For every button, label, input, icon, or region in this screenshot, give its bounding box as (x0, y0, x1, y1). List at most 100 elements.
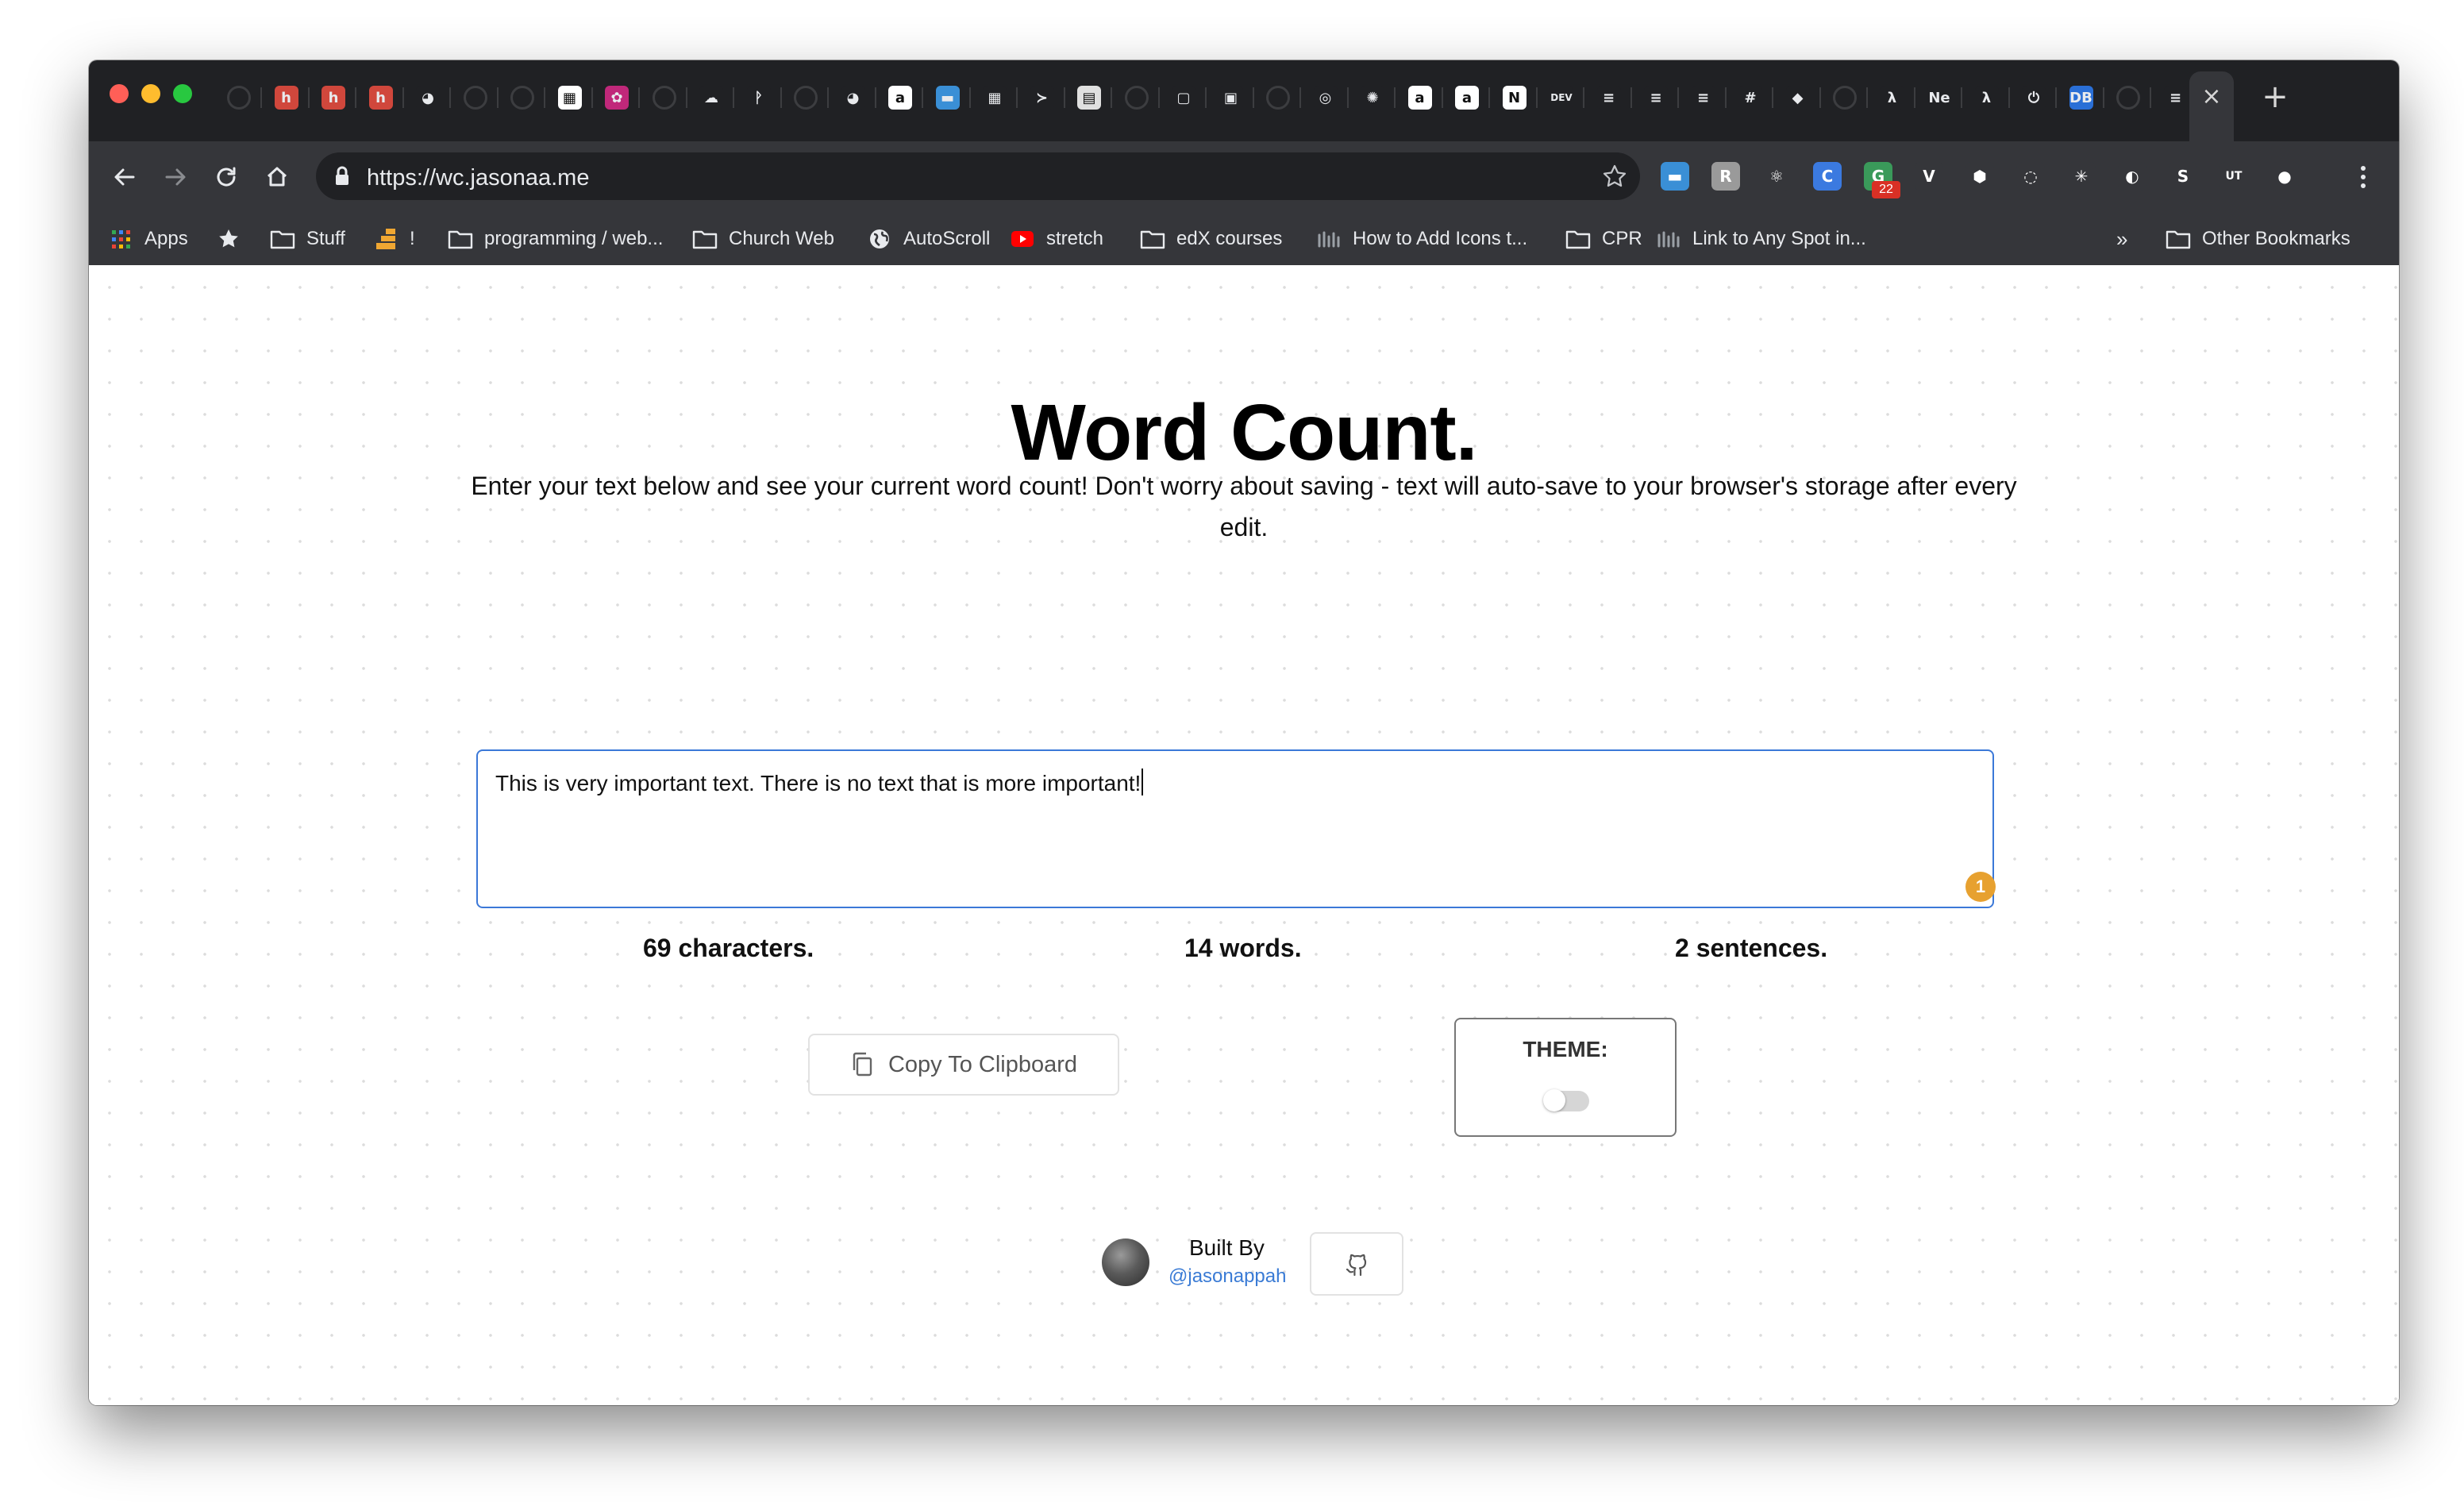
globe-icon (867, 226, 892, 252)
dev-icon[interactable]: DEV (1550, 86, 1573, 110)
lambda-icon[interactable]: λ (1880, 86, 1904, 110)
bookmark-item[interactable]: Link to Any Spot in... (1656, 225, 1866, 252)
bookmark-item[interactable]: Stuff (270, 225, 345, 252)
square-icon[interactable]: ▢ (1172, 86, 1195, 110)
profile-avatar-icon[interactable]: ● (2270, 162, 2299, 191)
other-bookmarks-label: Other Bookmarks (2202, 228, 2350, 249)
minimize-window-button[interactable] (141, 84, 160, 103)
reload-button[interactable] (205, 156, 248, 198)
bookmark-item[interactable]: Apps (108, 225, 188, 252)
folder-icon (270, 226, 295, 252)
cloudflare-icon[interactable]: ☁ (699, 86, 723, 110)
github-icon[interactable] (652, 86, 676, 110)
address-bar[interactable]: https://wc.jasonaa.me (316, 152, 1640, 200)
vscode-icon[interactable]: ≻ (1030, 86, 1054, 110)
back-button[interactable] (103, 156, 146, 198)
circle-check-icon[interactable]: ◎ (1313, 86, 1338, 110)
react-icon[interactable]: ⚛ (1762, 162, 1791, 191)
close-tab-icon[interactable]: × (2196, 81, 2227, 113)
github-icon[interactable] (510, 86, 534, 110)
other-bookmarks-button[interactable]: Other Bookmarks (2166, 225, 2350, 252)
amazon-icon[interactable]: a (1455, 86, 1479, 110)
author-avatar (1102, 1238, 1149, 1286)
amazon-icon[interactable]: a (1407, 86, 1432, 110)
notes-icon[interactable]: ▤ (1077, 86, 1101, 110)
new-tab-button[interactable]: + (2258, 79, 2293, 114)
window-icon[interactable]: ▬ (935, 86, 960, 110)
dams-icon[interactable]: DB (2069, 86, 2093, 110)
tab-separator (402, 87, 404, 108)
globe-icon[interactable]: ◕ (841, 86, 865, 110)
lambda-icon[interactable]: λ (1974, 86, 1999, 110)
bookmark-item[interactable]: programming / web... (448, 225, 663, 252)
browser-menu-button[interactable] (2342, 156, 2385, 198)
grammar-suggestion-badge[interactable]: 1 (1965, 872, 1996, 902)
chip-icon[interactable]: ▣ (1219, 86, 1243, 110)
bookmark-item[interactable]: Church Web (692, 225, 834, 252)
editor-text[interactable]: This is very important text. There is no… (495, 768, 1144, 796)
stackoverflow-icon[interactable]: ≡ (1644, 86, 1668, 110)
theme-toggle[interactable] (1543, 1089, 1589, 1111)
ladder-icon (373, 226, 398, 252)
s-icon[interactable]: S (2169, 162, 2197, 191)
github-icon[interactable] (1833, 86, 1857, 110)
github-icon[interactable] (2116, 86, 2140, 110)
search-icon[interactable]: ◌ (2016, 162, 2045, 191)
bookmark-item[interactable]: ! (373, 225, 415, 252)
bookmark-item[interactable]: How to Add Icons t... (1316, 225, 1527, 252)
notion-icon[interactable]: N (1502, 86, 1527, 110)
forward-button[interactable] (154, 156, 197, 198)
github-icon[interactable] (1266, 86, 1290, 110)
zoom-window-button[interactable] (173, 84, 192, 103)
window-icon[interactable]: ▬ (1661, 162, 1689, 191)
tab-separator (1063, 87, 1065, 108)
tab-separator (922, 87, 923, 108)
stackoverflow-icon[interactable]: ≡ (1596, 86, 1621, 110)
ne-icon[interactable]: Ne (1927, 86, 1951, 110)
bookmark-item[interactable]: CPR (1565, 225, 1642, 252)
bookmark-item[interactable]: stretch (1010, 225, 1103, 252)
microsoft-icon[interactable]: ▦ (983, 86, 1007, 110)
bookmark-item[interactable] (216, 225, 252, 252)
github-icon[interactable] (794, 86, 818, 110)
amazon-icon[interactable]: a (888, 86, 912, 110)
git-icon[interactable]: ◆ (1785, 86, 1810, 110)
openai-icon[interactable]: ✺ (1361, 86, 1384, 110)
tab-separator (1866, 87, 1868, 108)
cube-icon[interactable]: ⬢ (1965, 162, 1994, 191)
ut-icon[interactable]: UT (2220, 162, 2248, 191)
slack-icon[interactable]: # (1738, 86, 1762, 110)
vue-icon[interactable]: V (1915, 162, 1943, 191)
bookmark-star-icon[interactable] (1602, 164, 1627, 189)
power-icon[interactable]: ⏻ (2022, 86, 2046, 110)
qr-icon[interactable]: ▦ (557, 86, 582, 110)
github-icon[interactable] (1124, 86, 1149, 110)
text-editor[interactable]: This is very important text. There is no… (476, 749, 1996, 908)
author-handle-link[interactable]: @jasonappah (1168, 1265, 1286, 1288)
stackoverflow-icon[interactable]: ≡ (2163, 86, 2188, 110)
github-icon[interactable] (227, 86, 251, 110)
gear-pink-icon[interactable]: ✿ (605, 86, 629, 110)
sparkle-icon[interactable]: ✳ (2067, 162, 2096, 191)
bookmark-item[interactable]: edX courses (1140, 225, 1282, 252)
tab-separator (1157, 87, 1160, 108)
r-icon[interactable]: R (1711, 162, 1740, 191)
leaf-icon[interactable]: ᚹ (746, 86, 771, 110)
c-icon[interactable]: C (1813, 162, 1842, 191)
h-icon[interactable]: h (274, 86, 298, 110)
h-icon[interactable]: h (368, 86, 393, 110)
bookmarks-overflow-button[interactable]: » (2116, 225, 2127, 252)
tab-separator (2008, 87, 2010, 108)
copy-to-clipboard-button[interactable]: Copy To Clipboard (808, 1034, 1119, 1096)
apps-grid-icon (108, 226, 133, 252)
toggle-ext-icon[interactable]: ◐ (2118, 162, 2146, 191)
github-link-button[interactable] (1310, 1232, 1403, 1296)
h-icon[interactable]: h (321, 86, 345, 110)
tab-separator (1535, 87, 1538, 108)
close-window-button[interactable] (110, 84, 129, 103)
globe-icon[interactable]: ◕ (416, 86, 440, 110)
stackoverflow-icon[interactable]: ≡ (1691, 86, 1715, 110)
home-button[interactable] (256, 156, 298, 198)
bookmark-item[interactable]: AutoScroll (867, 225, 990, 252)
github-icon[interactable] (463, 86, 487, 110)
